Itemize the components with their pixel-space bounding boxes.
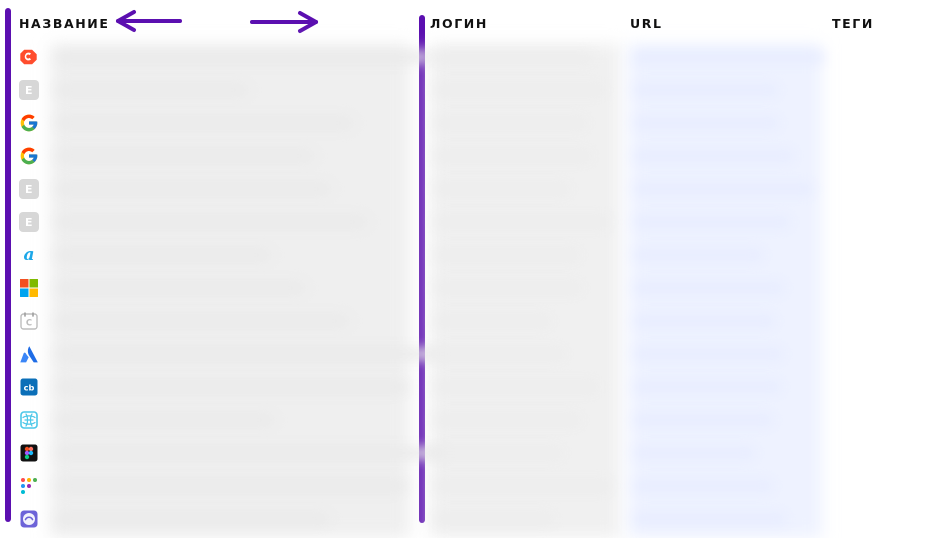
password-list: E E E a C cb	[0, 40, 930, 538]
blurred-entry-url	[634, 118, 779, 128]
blurred-entry-login	[434, 349, 564, 359]
icon-letter: E	[25, 83, 33, 97]
letter-e-icon: E	[19, 179, 39, 199]
blurred-entry-url	[634, 85, 778, 95]
network-globe-icon	[19, 410, 39, 430]
blurred-entry-url	[634, 151, 794, 161]
blurred-entry-url	[634, 250, 763, 260]
letter-e-icon: E	[19, 212, 39, 232]
blurred-entry-login	[434, 118, 586, 128]
atlassian-icon	[19, 344, 39, 364]
blurred-entry-login	[434, 217, 609, 227]
list-item[interactable]: E	[0, 172, 930, 205]
blurred-entry-url	[634, 184, 813, 194]
list-item[interactable]	[0, 139, 930, 172]
google-icon	[19, 113, 39, 133]
icon-letter: E	[25, 182, 33, 196]
blurred-entry-login	[434, 250, 579, 260]
blurred-entry-name	[56, 514, 329, 524]
blurred-entry-login	[434, 52, 593, 62]
blurred-entry-login	[434, 184, 569, 194]
svg-text:cb: cb	[24, 383, 35, 393]
blurred-entry-login	[434, 85, 604, 95]
blurred-entry-name	[56, 316, 349, 326]
blurred-entry-name	[56, 382, 408, 392]
blurred-entry-login	[434, 382, 598, 392]
blurred-entry-name	[56, 85, 248, 95]
blurred-entry-url	[634, 415, 773, 425]
blurred-entry-url	[634, 382, 781, 392]
blurred-entry-login	[434, 448, 562, 458]
purple-badge-icon	[19, 509, 39, 529]
list-item[interactable]	[0, 469, 930, 502]
blurred-entry-url	[634, 283, 784, 293]
list-item[interactable]: C	[0, 304, 930, 337]
calendar-c-icon: C	[19, 311, 39, 331]
column-header-tags[interactable]: ТЕГИ	[832, 16, 874, 32]
list-item[interactable]	[0, 403, 930, 436]
blurred-entry-name	[56, 217, 367, 227]
blurred-entry-url	[634, 349, 783, 359]
list-item[interactable]	[0, 337, 930, 370]
blurred-entry-name	[56, 52, 430, 62]
left-arrow-icon	[116, 10, 182, 32]
blurred-entry-name	[56, 448, 445, 458]
right-arrow-icon	[250, 11, 318, 33]
microsoft-icon	[19, 278, 39, 298]
blurred-entry-name	[56, 151, 314, 161]
blurred-entry-login	[434, 151, 591, 161]
list-item[interactable]: a	[0, 238, 930, 271]
blurred-entry-login	[434, 514, 553, 524]
blurred-entry-login	[434, 415, 580, 425]
cb-icon: cb	[19, 377, 39, 397]
dots-grid-icon	[19, 476, 39, 496]
svg-text:C: C	[26, 319, 32, 329]
svg-text:a: a	[23, 245, 34, 265]
letter-e-icon: E	[19, 80, 39, 100]
list-item[interactable]	[0, 436, 930, 469]
list-item[interactable]: E	[0, 205, 930, 238]
column-header-login[interactable]: ЛОГИН	[430, 16, 488, 32]
blurred-entry-url	[634, 316, 775, 326]
blurred-entry-login	[434, 481, 611, 491]
list-item[interactable]: cb	[0, 370, 930, 403]
blurred-entry-name	[56, 481, 407, 491]
blurred-entry-login	[434, 316, 550, 326]
list-item[interactable]: E	[0, 73, 930, 106]
blurred-entry-name	[56, 184, 331, 194]
column-header-url[interactable]: URL	[630, 16, 663, 32]
blurred-entry-url	[634, 514, 786, 524]
list-item[interactable]	[0, 40, 930, 73]
blurred-entry-name	[56, 283, 305, 293]
blurred-entry-url	[634, 448, 755, 458]
list-item[interactable]	[0, 106, 930, 139]
blurred-entry-name	[56, 250, 271, 260]
a-script-icon: a	[19, 245, 39, 265]
blurred-entry-url	[634, 481, 773, 491]
blurred-entry-name	[56, 349, 440, 359]
blurred-entry-url	[634, 217, 790, 227]
figma-icon	[19, 443, 39, 463]
google-icon	[19, 146, 39, 166]
blurred-entry-name	[56, 415, 274, 425]
smartcat-icon	[19, 47, 39, 67]
blurred-entry-name	[56, 118, 353, 128]
blurred-entry-login	[434, 283, 581, 293]
list-item[interactable]	[0, 271, 930, 304]
blurred-entry-url	[634, 52, 824, 62]
column-header-name[interactable]: НАЗВАНИЕ	[19, 16, 109, 32]
list-item[interactable]	[0, 502, 930, 535]
icon-letter: E	[25, 215, 33, 229]
